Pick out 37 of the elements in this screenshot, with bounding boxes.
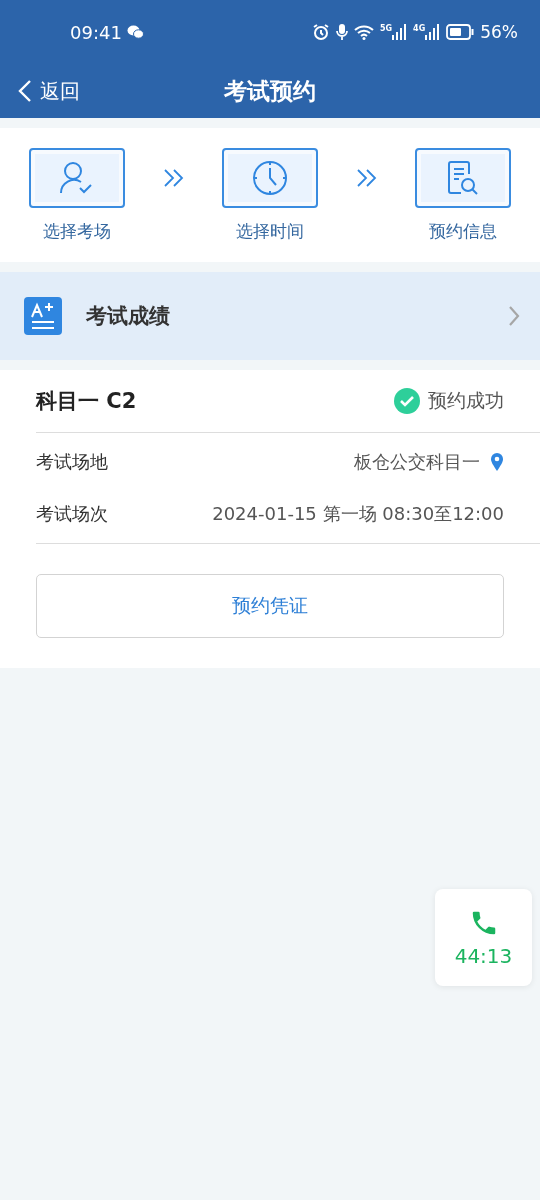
signal-icon — [392, 24, 408, 40]
wifi-icon — [353, 24, 374, 40]
field-label: 考试场地 — [36, 450, 108, 474]
clock-icon — [252, 160, 288, 196]
grade-icon — [24, 297, 62, 335]
step-label: 选择时间 — [236, 220, 304, 243]
field-value: 板仓公交科目一 — [354, 450, 480, 474]
double-chevron-icon — [162, 168, 185, 188]
back-button[interactable]: 返回 — [18, 77, 80, 105]
step-label: 选择考场 — [43, 220, 111, 243]
field-value: 2024-01-15 第一场 08:30至12:00 — [212, 502, 504, 526]
chevron-left-icon — [18, 79, 32, 103]
alarm-icon — [311, 23, 330, 41]
network-label: 4G — [413, 24, 426, 33]
step-label: 预约信息 — [429, 220, 497, 243]
clock-time: 09:41 — [70, 21, 122, 43]
step-card[interactable] — [222, 148, 318, 208]
booking-status: 预约成功 — [428, 388, 504, 413]
step-card[interactable] — [415, 148, 511, 208]
network-label: 5G — [379, 24, 393, 33]
exam-score-row[interactable]: 考试成绩 — [0, 272, 540, 360]
battery-percent: 56% — [480, 22, 518, 42]
chat-icon — [126, 25, 144, 39]
check-circle-icon — [394, 388, 420, 414]
step-card[interactable] — [29, 148, 125, 208]
call-duration: 44:13 — [454, 943, 513, 968]
field-label: 考试场次 — [36, 502, 108, 526]
microphone-icon — [335, 23, 348, 41]
chevron-right-icon — [508, 305, 520, 327]
double-chevron-icon — [355, 168, 378, 188]
voucher-button[interactable]: 预约凭证 — [36, 574, 504, 638]
person-check-icon — [59, 161, 95, 195]
subject-title: 科目一 C2 — [36, 388, 137, 415]
page-title: 考试预约 — [224, 76, 316, 106]
signal-icon — [425, 24, 441, 40]
battery-icon — [446, 24, 475, 40]
location-pin-icon — [490, 452, 504, 472]
